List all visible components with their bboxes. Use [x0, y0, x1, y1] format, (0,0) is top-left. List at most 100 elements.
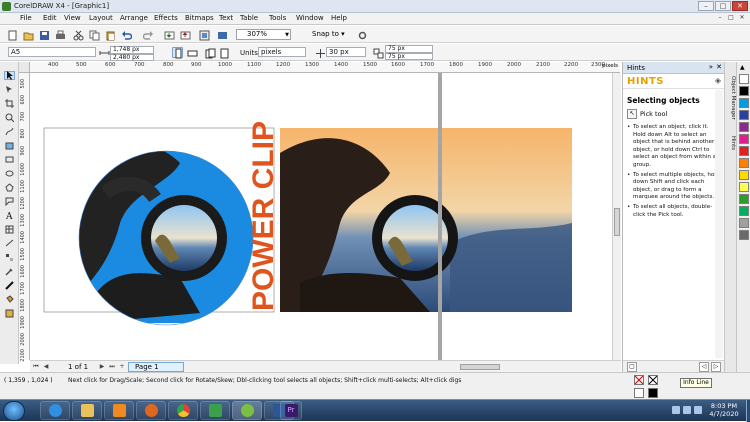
- tray-icon[interactable]: [672, 406, 680, 414]
- outline-none-icon[interactable]: [648, 375, 658, 385]
- open-folder-icon[interactable]: [22, 29, 34, 41]
- outline-color-swatch[interactable]: [648, 388, 658, 398]
- color-swatch[interactable]: [739, 122, 749, 132]
- horizontal-scroll-thumb[interactable]: [460, 364, 500, 370]
- menu-bitmaps[interactable]: Bitmaps: [185, 14, 214, 22]
- taskbar-explorer[interactable]: [72, 401, 102, 420]
- add-page-icon[interactable]: +: [118, 363, 126, 371]
- fill-tool-icon[interactable]: [4, 295, 15, 304]
- maximize-button[interactable]: □: [715, 1, 731, 11]
- collapse-icon[interactable]: »: [709, 63, 713, 71]
- page-size-select[interactable]: A5: [8, 47, 96, 57]
- dimension-tool-icon[interactable]: [4, 239, 15, 248]
- blend-tool-icon[interactable]: [4, 253, 15, 262]
- taskbar-premiere[interactable]: Pr: [280, 401, 302, 420]
- application-launcher-icon[interactable]: [198, 29, 210, 41]
- cut-icon[interactable]: [72, 29, 84, 41]
- units-select[interactable]: pixels: [258, 47, 306, 57]
- color-swatch[interactable]: [739, 170, 749, 180]
- new-document-icon[interactable]: [6, 29, 17, 41]
- nudge-distance-field[interactable]: 30 px: [326, 47, 366, 57]
- interactive-fill-tool-icon[interactable]: [4, 309, 15, 318]
- fill-indicator-icon[interactable]: [634, 375, 644, 385]
- export-icon[interactable]: [179, 29, 191, 40]
- color-swatch[interactable]: [739, 134, 749, 144]
- smart-fill-tool-icon[interactable]: [4, 141, 15, 150]
- menu-arrange[interactable]: Arrange: [120, 14, 148, 22]
- landscape-icon[interactable]: [186, 47, 198, 58]
- previous-page-icon[interactable]: ◀: [42, 363, 50, 371]
- pick-tool-icon[interactable]: [4, 71, 15, 80]
- docker-close-icon[interactable]: ✕: [716, 63, 722, 71]
- docker-scrollbar[interactable]: [715, 90, 723, 358]
- doc-minimize-button[interactable]: –: [716, 14, 724, 22]
- next-page-icon[interactable]: ▶: [98, 363, 106, 371]
- last-page-icon[interactable]: ⏭: [108, 363, 116, 371]
- undo-icon[interactable]: [120, 29, 133, 40]
- hints-forward-icon[interactable]: ▷: [711, 362, 721, 372]
- taskbar-media-player[interactable]: [104, 401, 134, 420]
- hints-home-icon[interactable]: ▢: [627, 362, 637, 372]
- ruler-origin[interactable]: [19, 62, 30, 73]
- menu-view[interactable]: View: [64, 14, 81, 22]
- minimize-button[interactable]: –: [698, 1, 714, 11]
- snap-to-dropdown[interactable]: Snap to ▾: [312, 30, 345, 38]
- taskbar-firefox[interactable]: [136, 401, 166, 420]
- menu-table[interactable]: Table: [240, 14, 258, 22]
- current-page-icon[interactable]: [218, 47, 229, 59]
- taskbar-coreldraw[interactable]: [232, 401, 262, 420]
- portrait-icon[interactable]: [172, 47, 183, 59]
- hints-back-icon[interactable]: ◁: [699, 362, 709, 372]
- shape-tool-icon[interactable]: [4, 85, 15, 94]
- fill-color-swatch[interactable]: [634, 388, 644, 398]
- freehand-tool-icon[interactable]: [4, 127, 15, 136]
- menu-file[interactable]: File: [20, 14, 32, 22]
- tab-hints[interactable]: Hints: [726, 136, 736, 150]
- close-button[interactable]: ✕: [732, 1, 748, 11]
- menu-effects[interactable]: Effects: [154, 14, 178, 22]
- duplicate-y-field[interactable]: 75 px: [385, 53, 433, 60]
- color-swatch[interactable]: [739, 194, 749, 204]
- crop-tool-icon[interactable]: [4, 99, 15, 108]
- color-swatch[interactable]: [739, 98, 749, 108]
- drawing-canvas[interactable]: POWER CLIP: [30, 73, 612, 360]
- text-tool-icon[interactable]: A: [4, 211, 15, 220]
- redo-icon[interactable]: [142, 29, 153, 40]
- tray-icon[interactable]: [683, 406, 691, 414]
- source-photo[interactable]: [280, 128, 572, 312]
- copy-icon[interactable]: [88, 29, 100, 41]
- page-height-field[interactable]: 2,480 px: [110, 54, 154, 61]
- show-desktop-button[interactable]: [746, 400, 750, 422]
- menu-layout[interactable]: Layout: [89, 14, 113, 22]
- print-icon[interactable]: [54, 29, 65, 40]
- color-swatch[interactable]: [739, 230, 749, 240]
- eyedropper-tool-icon[interactable]: [4, 267, 15, 276]
- hints-options-icon[interactable]: ◈: [715, 76, 721, 85]
- taskbar-chrome[interactable]: [168, 401, 198, 420]
- outline-tool-icon[interactable]: [4, 281, 15, 290]
- vertical-scrollbar[interactable]: [612, 73, 621, 360]
- table-tool-icon[interactable]: [4, 225, 15, 234]
- scroll-thumb[interactable]: [614, 208, 620, 236]
- color-swatch[interactable]: [739, 86, 749, 96]
- first-page-icon[interactable]: ⏮: [32, 363, 40, 371]
- all-pages-icon[interactable]: [204, 47, 216, 59]
- vertical-ruler[interactable]: 500 600 700 800 900 1000 1100 1200 1300 …: [19, 73, 30, 362]
- save-icon[interactable]: [38, 29, 49, 40]
- page-width-field[interactable]: 1,748 px: [110, 46, 154, 54]
- zoom-level-select[interactable]: 307% ▼: [236, 29, 291, 40]
- color-swatch[interactable]: [739, 110, 749, 120]
- color-swatch[interactable]: [739, 158, 749, 168]
- palette-scroll-up-icon[interactable]: ▲: [740, 64, 745, 71]
- color-swatch[interactable]: [739, 146, 749, 156]
- horizontal-ruler[interactable]: 400 500 600 700 800 900 1000 1100 1200 1…: [30, 62, 620, 73]
- tab-object-manager[interactable]: Object Manager: [726, 76, 736, 120]
- color-swatch[interactable]: [739, 218, 749, 228]
- taskbar-ie[interactable]: [40, 401, 70, 420]
- menu-window[interactable]: Window: [296, 14, 324, 22]
- doc-close-button[interactable]: ✕: [738, 14, 746, 22]
- page-tab[interactable]: Page 1: [128, 362, 184, 372]
- menu-tools[interactable]: Tools: [269, 14, 286, 22]
- menu-text[interactable]: Text: [219, 14, 233, 22]
- rectangle-tool-icon[interactable]: [4, 155, 15, 164]
